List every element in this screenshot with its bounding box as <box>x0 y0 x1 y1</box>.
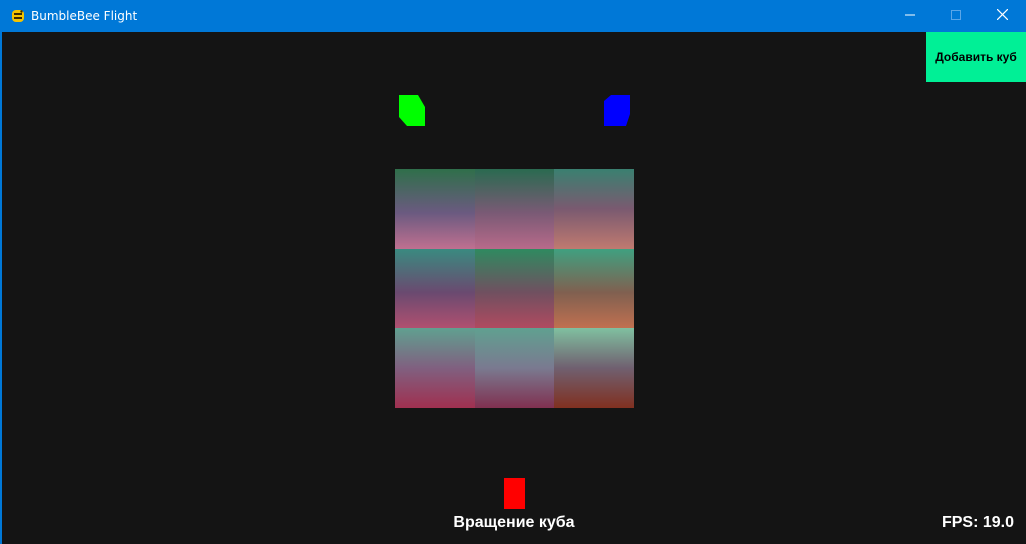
cube-face-tile <box>475 328 554 408</box>
close-icon <box>996 7 1008 25</box>
python-snake-icon <box>10 8 26 24</box>
app-window: BumbleBee Flight Добавить куб Вращение к… <box>0 0 1026 544</box>
cube-face-tile <box>475 169 554 249</box>
title-bar[interactable]: BumbleBee Flight <box>1 1 1025 31</box>
cube-face-tile <box>554 249 634 328</box>
close-button[interactable] <box>979 1 1025 31</box>
add-cube-button[interactable]: Добавить куб <box>926 32 1026 82</box>
minimize-button[interactable] <box>887 1 933 31</box>
cube-face-tile <box>554 169 634 249</box>
cube-face-tile <box>395 328 475 408</box>
maximize-button[interactable] <box>933 1 979 31</box>
cube-face-tile <box>395 249 475 328</box>
window-title: BumbleBee Flight <box>31 9 138 23</box>
blue-cube-marker <box>604 95 630 126</box>
cube-face-tile <box>554 328 634 408</box>
red-cube-marker <box>504 478 525 509</box>
cube-face-tile <box>395 169 475 249</box>
minimize-icon <box>905 7 915 25</box>
fps-counter: FPS: 19.0 <box>941 514 1014 531</box>
cube-face-tile <box>475 249 554 328</box>
game-canvas[interactable]: Добавить куб Вращение куба FPS: 19.0 <box>2 32 1026 544</box>
maximize-icon <box>951 7 961 25</box>
rotation-caption: Вращение куба <box>453 514 575 531</box>
green-cube-marker <box>399 95 425 126</box>
rotating-cube <box>395 169 634 408</box>
